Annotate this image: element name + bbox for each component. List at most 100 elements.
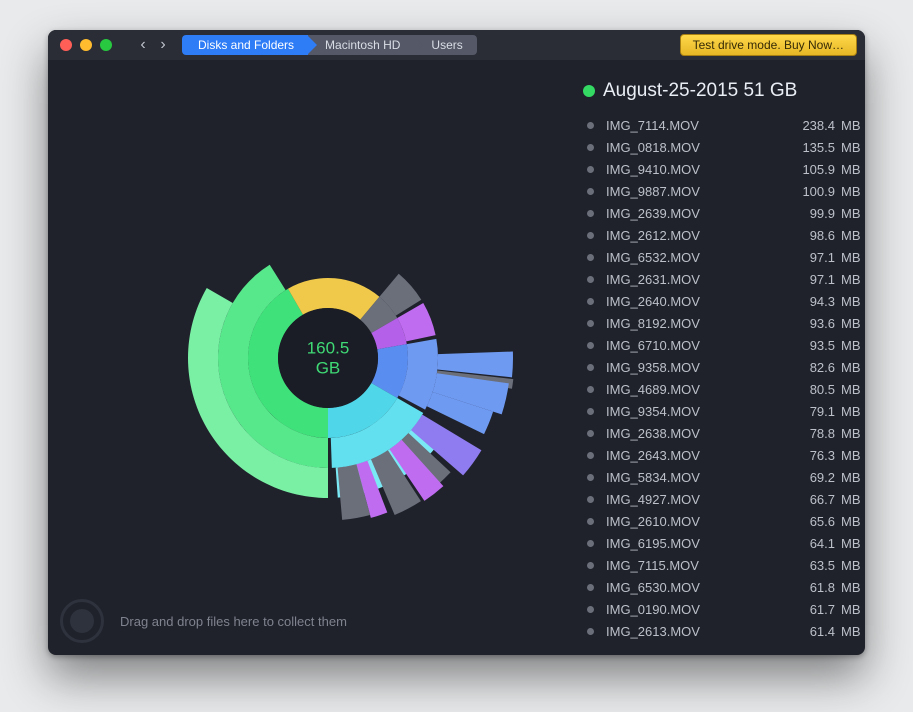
file-size: 79.1 xyxy=(789,404,835,419)
file-name: IMG_6710.MOV xyxy=(606,338,789,353)
file-size: 76.3 xyxy=(789,448,835,463)
file-row[interactable]: IMG_9358.MOV82.6MB xyxy=(583,356,865,378)
file-row[interactable]: IMG_9354.MOV79.1MB xyxy=(583,400,865,422)
file-row[interactable]: IMG_9410.MOV105.9MB xyxy=(583,158,865,180)
file-name: IMG_9354.MOV xyxy=(606,404,789,419)
file-row[interactable]: IMG_7114.MOV238.4 MB xyxy=(583,114,865,136)
file-size: 69.2 xyxy=(789,470,835,485)
file-unit: MB xyxy=(841,360,865,375)
file-size: 64.1 xyxy=(789,536,835,551)
file-dot-icon xyxy=(587,342,594,349)
file-dot-icon xyxy=(587,408,594,415)
file-size: 94.3 xyxy=(789,294,835,309)
file-row[interactable]: IMG_6195.MOV64.1MB xyxy=(583,532,865,554)
file-row[interactable]: IMG_6710.MOV93.5MB xyxy=(583,334,865,356)
file-row[interactable]: IMG_2640.MOV94.3MB xyxy=(583,290,865,312)
file-size: 100.9 xyxy=(789,184,835,199)
file-unit: MB xyxy=(841,272,865,287)
zoom-icon[interactable] xyxy=(100,39,112,51)
file-size: 78.8 xyxy=(789,426,835,441)
file-name: IMG_7114.MOV xyxy=(606,118,789,133)
file-size: 61.8 xyxy=(789,580,835,595)
forward-button[interactable]: › xyxy=(154,36,172,54)
file-dot-icon xyxy=(587,562,594,569)
file-dot-icon xyxy=(587,452,594,459)
file-row[interactable]: IMG_2613.MOV61.4MB xyxy=(583,620,865,642)
file-size: 61.7 xyxy=(789,602,835,617)
file-unit: MB xyxy=(841,228,865,243)
file-size: 135.5 xyxy=(789,140,835,155)
file-unit: MB xyxy=(841,426,865,441)
file-row[interactable]: IMG_0818.MOV135.5MB xyxy=(583,136,865,158)
file-name: IMG_0818.MOV xyxy=(606,140,789,155)
file-dot-icon xyxy=(587,364,594,371)
file-row[interactable]: IMG_2612.MOV98.6 MB xyxy=(583,224,865,246)
file-dot-icon xyxy=(587,122,594,129)
center-size-value: 160.5 xyxy=(307,338,350,358)
file-name: IMG_6530.MOV xyxy=(606,580,789,595)
file-dot-icon xyxy=(587,144,594,151)
file-unit: MB xyxy=(841,316,865,331)
file-size: 98.6 xyxy=(789,228,835,243)
minimize-icon[interactable] xyxy=(80,39,92,51)
file-name: IMG_4927.MOV xyxy=(606,492,789,507)
nav-arrows: ‹ › xyxy=(134,36,172,54)
file-row[interactable]: IMG_2610.MOV65.6MB xyxy=(583,510,865,532)
breadcrumb-item[interactable]: Macintosh HD xyxy=(305,35,414,55)
breadcrumb-item[interactable]: Disks and Folders xyxy=(182,35,308,55)
center-size-unit: GB xyxy=(307,358,350,378)
file-unit: MB xyxy=(841,162,865,177)
file-row[interactable]: IMG_7115.MOV63.5MB xyxy=(583,554,865,576)
file-size: 80.5 xyxy=(789,382,835,397)
file-name: IMG_8192.MOV xyxy=(606,316,789,331)
file-name: IMG_2612.MOV xyxy=(606,228,789,243)
file-unit: MB xyxy=(841,294,865,309)
file-row[interactable]: IMG_2631.MOV97.1MB xyxy=(583,268,865,290)
file-row[interactable]: IMG_8192.MOV93.6 MB xyxy=(583,312,865,334)
file-row[interactable]: IMG_4927.MOV66.7 MB xyxy=(583,488,865,510)
file-unit: MB xyxy=(841,558,865,573)
file-panel: August-25-2015 51 GB IMG_7114.MOV238.4 MB… xyxy=(583,80,865,655)
file-dot-icon xyxy=(587,210,594,217)
file-row[interactable]: IMG_6532.MOV97.1MB xyxy=(583,246,865,268)
file-name: IMG_6532.MOV xyxy=(606,250,789,265)
file-dot-icon xyxy=(587,430,594,437)
file-row[interactable]: IMG_0190.MOV61.7MB xyxy=(583,598,865,620)
file-unit: MB xyxy=(841,514,865,529)
file-unit: MB xyxy=(841,118,865,133)
sunburst-area[interactable]: 160.5 GB xyxy=(48,60,583,655)
content: 160.5 GB August-25-2015 51 GB IMG_7114.M… xyxy=(48,60,865,655)
drop-zone[interactable]: Drag and drop files here to collect them xyxy=(60,599,347,643)
file-dot-icon xyxy=(587,518,594,525)
file-size: 66.7 xyxy=(789,492,835,507)
file-dot-icon xyxy=(587,606,594,613)
file-row[interactable]: IMG_6530.MOV61.8 MB xyxy=(583,576,865,598)
file-row[interactable]: IMG_2638.MOV78.8 MB xyxy=(583,422,865,444)
file-size: 238.4 xyxy=(789,118,835,133)
file-dot-icon xyxy=(587,188,594,195)
file-name: IMG_0190.MOV xyxy=(606,602,789,617)
file-unit: MB xyxy=(841,338,865,353)
file-name: IMG_2638.MOV xyxy=(606,426,789,441)
file-name: IMG_5834.MOV xyxy=(606,470,789,485)
close-icon[interactable] xyxy=(60,39,72,51)
file-unit: MB xyxy=(841,492,865,507)
traffic-lights xyxy=(60,39,112,51)
file-row[interactable]: IMG_5834.MOV69.2MB xyxy=(583,466,865,488)
file-row[interactable]: IMG_2643.MOV76.3MB xyxy=(583,444,865,466)
file-unit: MB xyxy=(841,580,865,595)
file-dot-icon xyxy=(587,276,594,283)
file-name: IMG_2639.MOV xyxy=(606,206,789,221)
file-row[interactable]: IMG_2639.MOV99.9MB xyxy=(583,202,865,224)
file-unit: MB xyxy=(841,536,865,551)
file-row[interactable]: IMG_4689.MOV80.5MB xyxy=(583,378,865,400)
drop-target-icon xyxy=(60,599,104,643)
panel-header[interactable]: August-25-2015 51 GB xyxy=(583,80,865,102)
file-size: 93.6 xyxy=(789,316,835,331)
buy-now-button[interactable]: Test drive mode. Buy Now… xyxy=(680,34,857,56)
file-unit: MB xyxy=(841,184,865,199)
file-dot-icon xyxy=(587,254,594,261)
file-row[interactable]: IMG_9887.MOV100.9MB xyxy=(583,180,865,202)
file-dot-icon xyxy=(587,298,594,305)
back-button[interactable]: ‹ xyxy=(134,36,152,54)
